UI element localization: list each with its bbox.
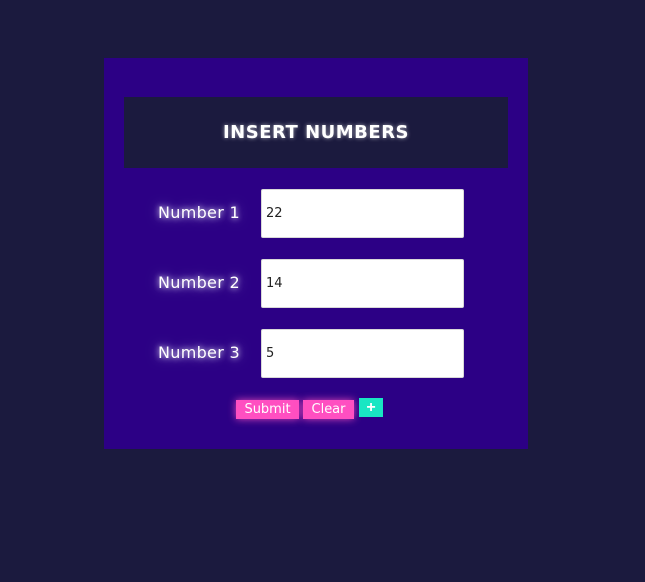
number-3-label: Number 3 — [158, 343, 240, 362]
plus-icon: + — [366, 399, 376, 416]
form-title: INSERT NUMBERS — [222, 122, 410, 143]
number-3-row: Number 3 — [104, 329, 528, 378]
number-1-label: Number 1 — [158, 203, 240, 222]
number-1-input[interactable] — [261, 189, 464, 238]
form-panel: INSERT NUMBERS Number 1 Number 2 Number … — [104, 58, 528, 449]
form-header: INSERT NUMBERS — [124, 97, 508, 168]
clear-button[interactable]: Clear — [303, 400, 354, 419]
add-field-button[interactable]: + — [359, 398, 383, 417]
number-2-label: Number 2 — [158, 273, 240, 292]
button-row: Submit Clear + — [104, 398, 528, 420]
number-2-input[interactable] — [261, 259, 464, 308]
number-3-input[interactable] — [261, 329, 464, 378]
number-1-row: Number 1 — [104, 189, 528, 238]
number-2-row: Number 2 — [104, 259, 528, 308]
submit-button[interactable]: Submit — [236, 400, 299, 419]
